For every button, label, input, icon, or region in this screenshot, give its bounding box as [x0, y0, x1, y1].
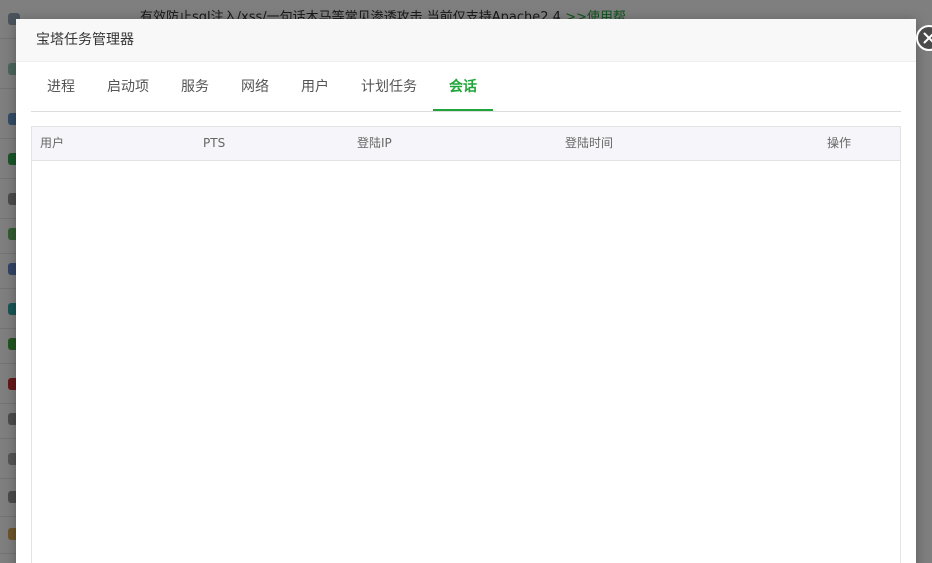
sessions-table: 用户 PTS 登陆IP 登陆时间 操作 — [31, 126, 901, 563]
close-icon — [923, 32, 932, 44]
tab-startup[interactable]: 启动项 — [91, 73, 165, 110]
tab-processes[interactable]: 进程 — [31, 73, 91, 110]
column-header-user: 用户 — [40, 136, 65, 150]
tab-sessions[interactable]: 会话 — [433, 73, 493, 111]
column-header-actions: 操作 — [827, 136, 852, 150]
table-header: 用户 PTS 登陆IP 登陆时间 操作 — [32, 127, 900, 161]
modal-header: 宝塔任务管理器 — [16, 19, 932, 62]
tab-users[interactable]: 用户 — [285, 73, 345, 110]
column-header-pts: PTS — [203, 136, 226, 150]
tab-scheduled-tasks[interactable]: 计划任务 — [345, 73, 433, 110]
tab-bar: 进程 启动项 服务 网络 用户 计划任务 会话 — [31, 73, 901, 112]
column-header-login-time: 登陆时间 — [565, 136, 614, 150]
tab-services[interactable]: 服务 — [165, 73, 225, 110]
task-manager-modal: 宝塔任务管理器 进程 启动项 服务 网络 用户 计划任务 会话 用户 PTS 登… — [16, 19, 932, 563]
modal-title: 宝塔任务管理器 — [36, 32, 134, 48]
column-header-login-ip: 登陆IP — [357, 136, 392, 150]
tab-network[interactable]: 网络 — [225, 73, 285, 110]
